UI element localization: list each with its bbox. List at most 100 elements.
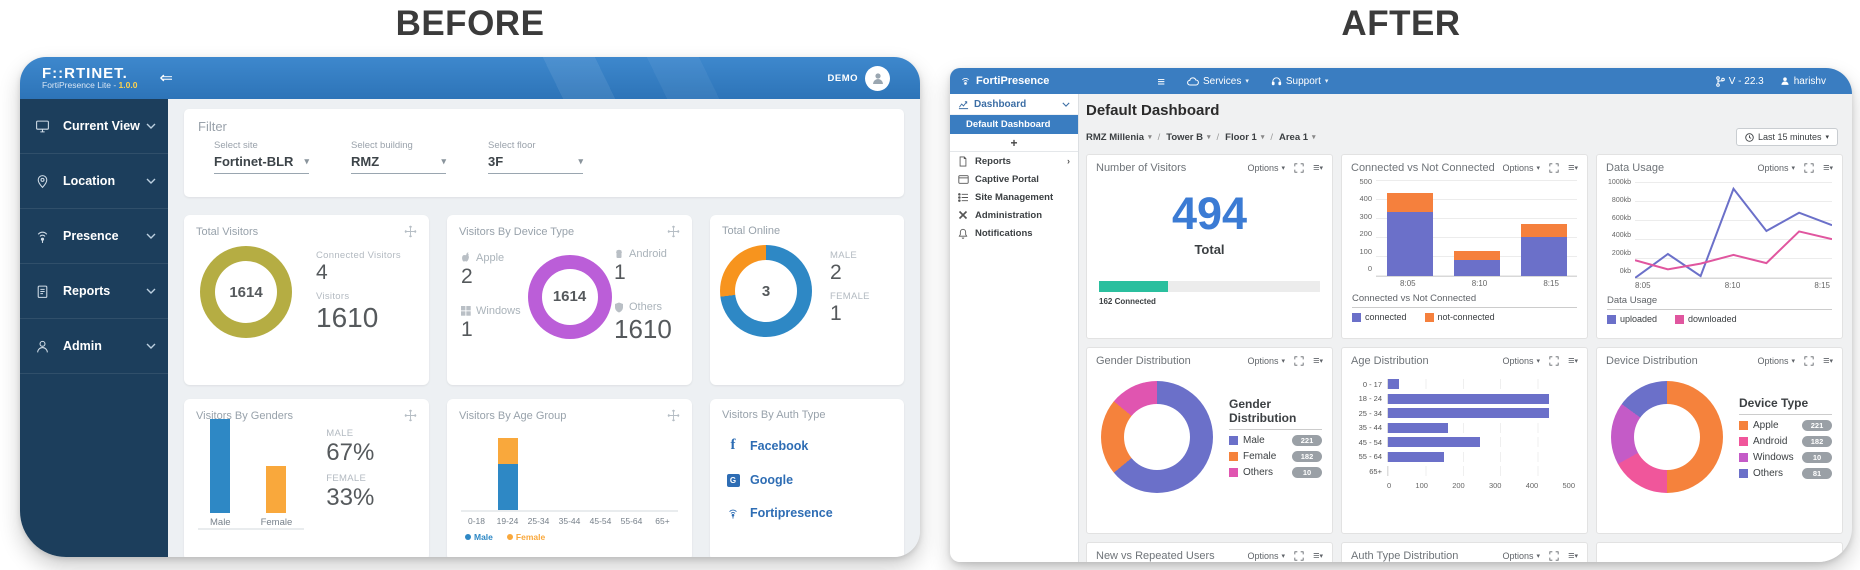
user-menu[interactable]: harishv [1780,76,1826,87]
card-menu-icon[interactable]: ≡ ▾ [1568,550,1578,562]
move-icon[interactable] [404,409,417,422]
sidebar-item-admin[interactable]: Admin [20,319,168,374]
menu-icon[interactable]: ≡ [1157,74,1165,89]
legend-female: Female 182 [1229,450,1322,462]
auth-link-google[interactable]: G Google [726,473,888,487]
after-topbar: FortiPresence ≡ Services ▾ Support ▾ V - 2… [950,68,1852,94]
sidebar-item-captive-portal[interactable]: Captive Portal [950,170,1078,188]
fullscreen-icon[interactable] [1549,356,1559,366]
select-building[interactable]: Select building RMZ ▾ [351,140,446,174]
sidebar-item-site-management[interactable]: Site Management [950,188,1078,206]
version-text: 1.0.0 [118,80,138,91]
device-stat-others: Others 1610 [614,301,672,344]
options-button[interactable]: Options ▾ [1503,551,1541,561]
female-pct-value: 33% [326,484,375,511]
time-range-button[interactable]: Last 15 minutes ▾ [1735,128,1838,146]
card-menu-icon[interactable]: ≡ ▾ [1313,355,1323,367]
brand-text: FortiPresence [976,75,1050,87]
caret-down-icon: ▾ [441,156,446,166]
after-label: AFTER [1341,4,1461,43]
breadcrumb-floor[interactable]: Floor 1 ▾ [1225,132,1264,143]
version-info[interactable]: V - 22.3 [1715,76,1764,87]
sidebar-collapse-icon[interactable]: ⇐ [159,68,172,88]
options-button[interactable]: Options ▾ [1503,163,1541,173]
sidebar-item-location[interactable]: Location [20,154,168,209]
auth-link-fortipresence[interactable]: Fortipresence [726,506,888,520]
card-connected-vs-not-connected: Connected vs Not Connected Options ▾ ≡ ▾ 5… [1341,154,1588,339]
fullscreen-icon[interactable] [1294,163,1304,173]
device-legend: Device Type Apple 221 Android 182 Windows 1… [1739,396,1832,479]
card-cut-off [1596,542,1843,562]
card-menu-icon[interactable]: ≡ ▾ [1823,355,1833,367]
card-menu-icon[interactable]: ≡ ▾ [1568,162,1578,174]
options-button[interactable]: Options ▾ [1248,551,1286,561]
select-site[interactable]: Select site Fortinet-BLR ▾ [214,140,309,174]
sidebar-item-reports[interactable]: Reports › [950,152,1078,170]
before-content: Filter Select site Fortinet-BLR ▾ Select … [168,99,920,557]
support-menu[interactable]: Support ▾ [1271,76,1329,87]
cloud-icon [1187,76,1199,85]
captive-portal-icon [958,174,969,184]
card-visitors-by-age-group: Visitors By Age Group 0-18 19-24 25-34 35-4… [447,399,692,557]
count-badge: 81 [1802,467,1832,479]
add-dashboard-button[interactable]: + [950,134,1078,152]
move-icon[interactable] [667,225,680,238]
options-button[interactable]: Options ▾ [1503,356,1541,366]
fullscreen-icon[interactable] [1549,551,1559,561]
genders-stats: MALE 67% FEMALE 33% [326,428,375,511]
before-dashboard: F::RTINET. FortiPresence Lite - 1.0.0 ⇐ … [20,57,920,557]
card-menu-icon[interactable]: ≡ ▾ [1823,162,1833,174]
card-title: Data Usage [1606,162,1665,174]
chevron-down-icon [146,288,156,294]
windows-icon [461,305,471,316]
options-button[interactable]: Options ▾ [1758,163,1796,173]
move-icon[interactable] [404,225,417,238]
android-icon [614,249,624,260]
breadcrumb-building[interactable]: Tower B ▾ [1166,132,1210,143]
options-button[interactable]: Options ▾ [1758,356,1796,366]
fullscreen-icon[interactable] [1549,163,1559,173]
sidebar-item-default-dashboard[interactable]: Default Dashboard [950,115,1078,134]
options-button[interactable]: Options ▾ [1248,356,1286,366]
breadcrumb-site[interactable]: RMZ Millenia ▾ [1086,132,1152,143]
chevron-right-icon: › [1067,156,1070,166]
card-title: Total Online [722,225,781,237]
data-usage-line-chart: 1000kb 800kb 600kb 400kb 200kb 0kb 8:05 8:10 8:1… [1597,178,1842,290]
fullscreen-icon[interactable] [1294,356,1304,366]
count-badge: 10 [1802,451,1832,463]
facebook-icon: f [730,437,736,453]
move-icon[interactable] [667,409,680,422]
fullscreen-icon[interactable] [1804,356,1814,366]
device-donut-chart [1611,381,1723,493]
select-floor[interactable]: Select floor 3F ▾ [488,140,583,174]
sidebar-item-dashboard[interactable]: Dashboard [950,94,1078,115]
clock-icon [1745,132,1754,142]
sidebar-item-presence[interactable]: Presence [20,209,168,264]
user-area[interactable]: DEMO [828,65,890,91]
avatar[interactable] [865,65,890,91]
services-menu[interactable]: Services ▾ [1187,76,1249,87]
caret-down-icon: ▾ [1825,134,1829,141]
sidebar-item-administration[interactable]: Administration [950,206,1078,224]
card-title: New vs Repeated Users [1096,550,1215,562]
auth-link-facebook[interactable]: f Facebook [726,437,888,454]
google-icon: G [726,473,740,487]
caret-down-icon: ▾ [1324,78,1329,85]
fullscreen-icon[interactable] [1804,163,1814,173]
card-menu-icon[interactable]: ≡ ▾ [1313,550,1323,562]
sidebar-item-current-view[interactable]: Current View [20,99,168,154]
card-menu-icon[interactable]: ≡ ▾ [1568,355,1578,367]
sidebar-item-label: Reports [63,284,111,298]
sidebar-item-label: Admin [63,339,102,353]
sidebar-item-notifications[interactable]: Notifications [950,224,1078,242]
card-number-of-visitors: Number of Visitors Options ▾ ≡ ▾ 494 Total… [1086,154,1333,339]
card-title: Number of Visitors [1096,162,1187,174]
fullscreen-icon[interactable] [1294,551,1304,561]
sidebar-item-reports[interactable]: Reports [20,264,168,319]
options-button[interactable]: Options ▾ [1248,163,1286,173]
connected-stacked-bar-chart: 500 400 300 200 100 0 8:05 8:10 8:15 [1342,177,1587,288]
genders-bar-chart: Male Female [198,419,305,530]
caret-down-icon: ▾ [1260,134,1265,141]
breadcrumb-area[interactable]: Area 1 ▾ [1279,132,1316,143]
card-menu-icon[interactable]: ≡ ▾ [1313,162,1323,174]
